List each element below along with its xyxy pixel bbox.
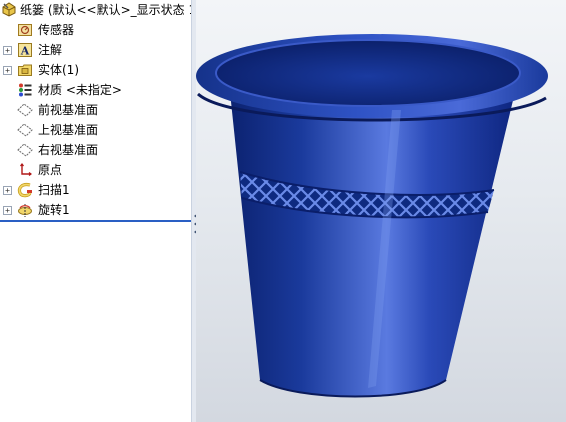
solid-bodies-icon bbox=[18, 64, 32, 76]
rollback-bar[interactable] bbox=[0, 220, 191, 222]
tree-item-sensors[interactable]: 传感器 bbox=[0, 20, 191, 40]
tree-item-front-plane[interactable]: 前视基准面 bbox=[0, 100, 191, 120]
annotations-icon: A bbox=[18, 43, 32, 58]
tree-item-right-plane[interactable]: 右视基准面 bbox=[0, 140, 191, 160]
origin-icon bbox=[20, 163, 32, 176]
material-icon bbox=[19, 83, 32, 97]
tree-item-label: 实体(1) bbox=[38, 63, 79, 77]
tree-item-solid-bodies[interactable]: + 实体(1) bbox=[0, 60, 191, 80]
expand-toggle[interactable]: + bbox=[3, 206, 12, 215]
expand-toggle[interactable]: + bbox=[3, 66, 12, 75]
svg-text:A: A bbox=[20, 45, 30, 58]
sensors-icon bbox=[18, 24, 32, 36]
expand-toggle[interactable]: + bbox=[3, 186, 12, 195]
tree-item-label: 材质 <未指定> bbox=[38, 83, 122, 97]
tree-item-material[interactable]: 材质 <未指定> bbox=[0, 80, 191, 100]
revolve-icon bbox=[18, 204, 32, 217]
tree-item-label: 扫描1 bbox=[38, 183, 70, 197]
tree-root-part[interactable]: 纸篓 (默认<<默认>_显示状态 1 bbox=[0, 0, 191, 20]
part-icon bbox=[2, 2, 16, 17]
tree-item-revolve[interactable]: + 旋转1 bbox=[0, 200, 191, 220]
plane-icon bbox=[17, 143, 33, 157]
feature-manager-tree[interactable]: 纸篓 (默认<<默认>_显示状态 1 传感器 + A 注解 + 实体(1) 材质… bbox=[0, 0, 192, 422]
tree-item-label: 旋转1 bbox=[38, 203, 70, 217]
solidworks-window: 纸篓 (默认<<默认>_显示状态 1 传感器 + A 注解 + 实体(1) 材质… bbox=[0, 0, 566, 422]
wastebasket-3d-model[interactable] bbox=[196, 0, 566, 422]
tree-item-label: 上视基准面 bbox=[38, 123, 99, 137]
tree-item-top-plane[interactable]: 上视基准面 bbox=[0, 120, 191, 140]
tree-item-sweep[interactable]: + 扫描1 bbox=[0, 180, 191, 200]
plane-icon bbox=[17, 123, 33, 137]
tree-item-label: 原点 bbox=[38, 163, 63, 177]
tree-item-label: 前视基准面 bbox=[38, 103, 99, 117]
tree-item-annotations[interactable]: + A 注解 bbox=[0, 40, 191, 60]
graphics-viewport[interactable] bbox=[196, 0, 566, 422]
tree-item-origin[interactable]: 原点 bbox=[0, 160, 191, 180]
tree-item-label: 注解 bbox=[38, 43, 63, 57]
tree-item-label: 右视基准面 bbox=[38, 143, 99, 157]
tree-item-label: 传感器 bbox=[38, 23, 75, 37]
sweep-icon bbox=[17, 182, 32, 198]
plane-icon bbox=[17, 103, 33, 117]
part-name-label: 纸篓 (默认<<默认>_显示状态 1 bbox=[20, 3, 191, 17]
expand-toggle[interactable]: + bbox=[3, 46, 12, 55]
